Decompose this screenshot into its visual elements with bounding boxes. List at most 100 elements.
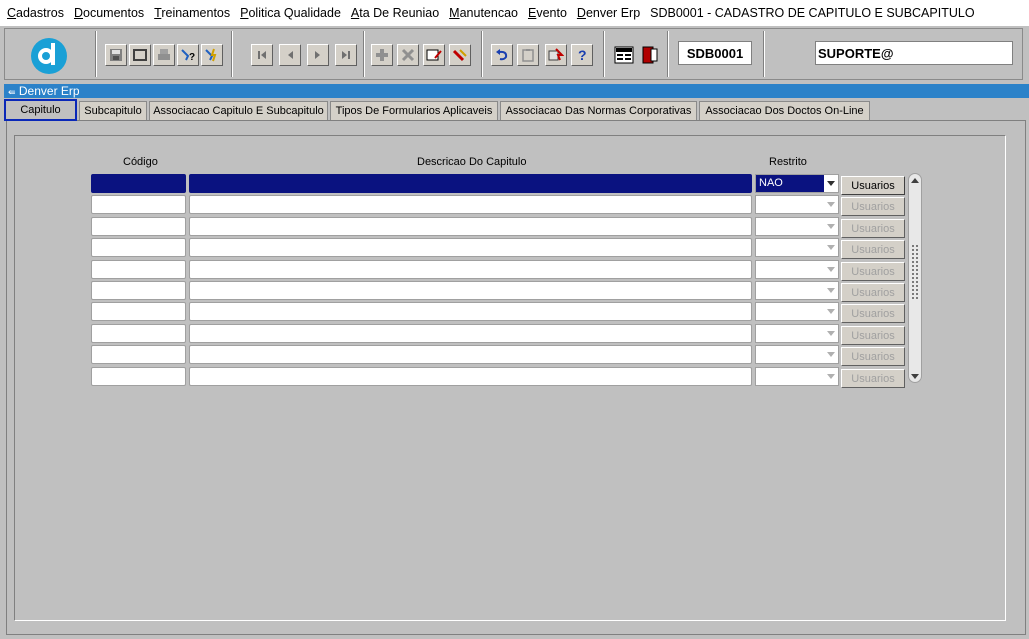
descricao-field[interactable] (189, 174, 752, 193)
restrito-select[interactable]: NAO (755, 174, 839, 193)
menu-evento[interactable]: Evento (528, 6, 567, 20)
vertical-scrollbar[interactable] (908, 173, 922, 383)
menu-denver-erp[interactable]: Denver Erp (577, 6, 640, 20)
tab-tipos-formularios[interactable]: Tipos De Formularios Aplicaveis (330, 101, 498, 120)
codigo-field[interactable] (91, 260, 186, 279)
previous-record-icon[interactable] (279, 44, 301, 66)
chevron-down-icon[interactable] (824, 282, 838, 299)
restrito-select[interactable] (755, 302, 839, 321)
window-title-bar: ⇚ Denver Erp (4, 84, 1029, 98)
menu-treinamentos[interactable]: Treinamentos (154, 6, 230, 20)
restrito-select[interactable] (755, 238, 839, 257)
codigo-field[interactable] (91, 345, 186, 364)
exit-icon[interactable] (639, 44, 661, 66)
codigo-field[interactable] (91, 367, 186, 386)
delete-record-icon[interactable] (397, 44, 419, 66)
restrito-value: NAO (759, 177, 783, 189)
codigo-field[interactable] (91, 174, 186, 193)
restrito-select[interactable] (755, 260, 839, 279)
codigo-field[interactable] (91, 217, 186, 236)
app-logo-icon (31, 38, 67, 74)
chevron-down-icon[interactable] (824, 175, 838, 192)
chevron-down-icon[interactable] (824, 261, 838, 278)
last-record-icon[interactable] (335, 44, 357, 66)
restrito-select[interactable] (755, 195, 839, 214)
menu-manutencao[interactable]: Manutencao (449, 6, 518, 20)
first-record-icon[interactable] (251, 44, 273, 66)
toolbar-separator (363, 31, 365, 77)
toolbar-separator (231, 31, 233, 77)
clipboard-icon[interactable] (517, 44, 539, 66)
toolbar-separator (95, 31, 97, 77)
toolbar: ? ? SDB0001 SUPORTE@ (4, 28, 1023, 80)
descricao-field[interactable] (189, 238, 752, 257)
next-record-icon[interactable] (307, 44, 329, 66)
descricao-field[interactable] (189, 345, 752, 364)
restrito-select[interactable] (755, 367, 839, 386)
restrito-select[interactable] (755, 217, 839, 236)
menu-bar: Cadastros Documentos Treinamentos Politi… (0, 0, 1029, 26)
codigo-field[interactable] (91, 324, 186, 343)
tab-associacao-capitulo-subcapitulo[interactable]: Associacao Capitulo E Subcapitulo (149, 101, 328, 120)
print-icon[interactable] (153, 44, 175, 66)
usuarios-button[interactable]: Usuarios (841, 176, 905, 195)
usuarios-button[interactable]: Usuarios (841, 262, 905, 281)
codigo-field[interactable] (91, 238, 186, 257)
restrito-select[interactable] (755, 345, 839, 364)
query-help-icon[interactable]: ? (177, 44, 199, 66)
chevron-down-icon[interactable] (824, 325, 838, 342)
scroll-down-icon[interactable] (910, 371, 920, 381)
chevron-down-icon[interactable] (824, 368, 838, 385)
codigo-field[interactable] (91, 195, 186, 214)
descricao-field[interactable] (189, 195, 752, 214)
chevron-down-icon[interactable] (824, 303, 838, 320)
toolbar-separator (667, 31, 669, 77)
scroll-up-icon[interactable] (910, 175, 920, 185)
descricao-field[interactable] (189, 302, 752, 321)
insert-record-icon[interactable] (371, 44, 393, 66)
descricao-field[interactable] (189, 260, 752, 279)
codigo-field[interactable] (91, 281, 186, 300)
menu-icon[interactable] (613, 44, 635, 66)
chevron-down-icon[interactable] (824, 218, 838, 235)
tab-associacao-doctos[interactable]: Associacao Dos Doctos On-Line (699, 101, 870, 120)
list-values-icon[interactable] (545, 44, 567, 66)
usuarios-button[interactable]: Usuarios (841, 326, 905, 345)
codigo-field[interactable] (91, 302, 186, 321)
svg-text:?: ? (189, 52, 195, 62)
menu-ata-de-reuniao[interactable]: Ata De Reuniao (351, 6, 439, 20)
menu-politica-qualidade[interactable]: Politica Qualidade (240, 6, 341, 20)
chevron-down-icon[interactable] (824, 346, 838, 363)
usuarios-button[interactable]: Usuarios (841, 219, 905, 238)
execute-query-icon[interactable] (201, 44, 223, 66)
usuarios-button[interactable]: Usuarios (841, 240, 905, 259)
menu-documentos[interactable]: Documentos (74, 6, 144, 20)
tab-associacao-normas[interactable]: Associacao Das Normas Corporativas (500, 101, 697, 120)
window-title-text: Denver Erp (18, 84, 80, 98)
header-descricao: Descricao Do Capitulo (417, 156, 527, 168)
descricao-field[interactable] (189, 217, 752, 236)
usuarios-button[interactable]: Usuarios (841, 283, 905, 302)
usuarios-button[interactable]: Usuarios (841, 197, 905, 216)
scroll-thumb[interactable] (911, 244, 919, 300)
restrito-select[interactable] (755, 324, 839, 343)
descricao-field[interactable] (189, 324, 752, 343)
edit-record-icon[interactable] (423, 44, 445, 66)
help-icon[interactable]: ? (571, 44, 593, 66)
chevron-down-icon[interactable] (824, 196, 838, 213)
menu-cadastros[interactable]: Cadastros (7, 6, 64, 20)
descricao-field[interactable] (189, 367, 752, 386)
restrito-select[interactable] (755, 281, 839, 300)
tab-subcapitulo[interactable]: Subcapitulo (79, 101, 147, 120)
header-codigo: Código (123, 156, 158, 168)
chevron-down-icon[interactable] (824, 239, 838, 256)
clear-record-icon[interactable] (449, 44, 471, 66)
undo-icon[interactable] (491, 44, 513, 66)
usuarios-button[interactable]: Usuarios (841, 347, 905, 366)
window-icon[interactable] (129, 44, 151, 66)
usuarios-button[interactable]: Usuarios (841, 304, 905, 323)
usuarios-button[interactable]: Usuarios (841, 369, 905, 388)
tab-capitulo[interactable]: Capitulo (4, 99, 77, 121)
save-icon[interactable] (105, 44, 127, 66)
descricao-field[interactable] (189, 281, 752, 300)
